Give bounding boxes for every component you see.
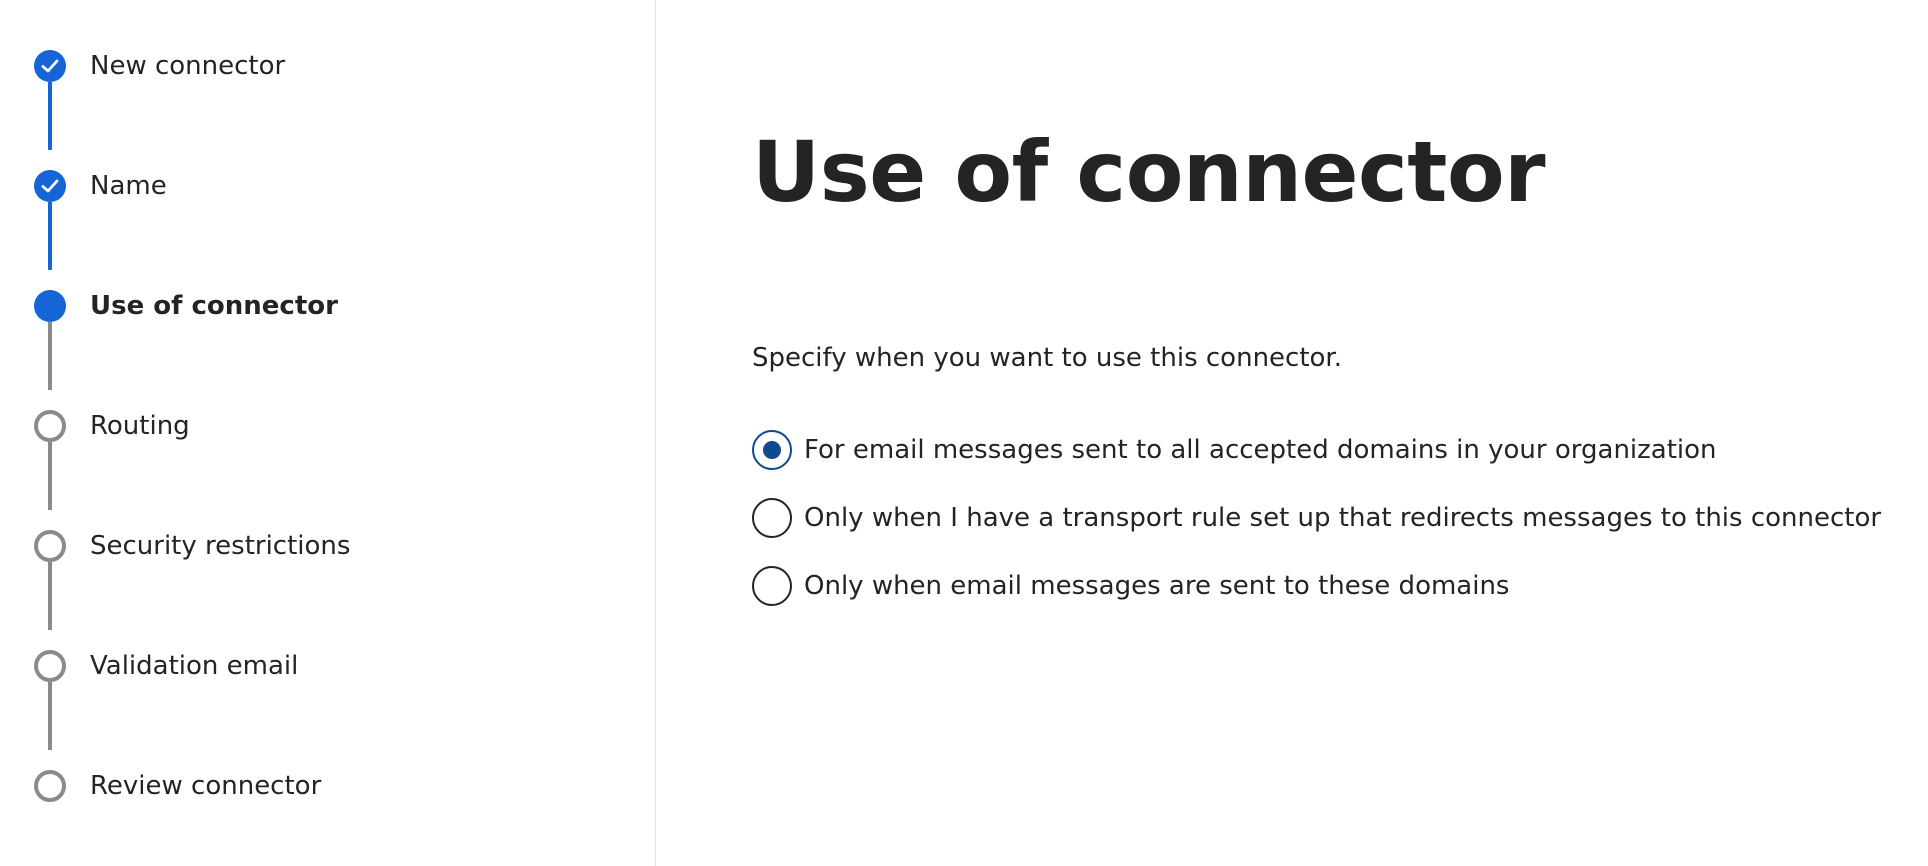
step-label: Validation email <box>90 651 299 681</box>
step-security-restrictions[interactable]: Security restrictions <box>0 530 640 586</box>
step-label: Use of connector <box>90 291 338 321</box>
radio-label: For email messages sent to all accepted … <box>804 435 1717 465</box>
step-new-connector[interactable]: New connector <box>0 50 640 106</box>
radio-unselected-icon[interactable] <box>752 498 792 538</box>
radio-option-specific-domains[interactable]: Only when email messages are sent to the… <box>752 566 1902 610</box>
radio-option-all-accepted-domains[interactable]: For email messages sent to all accepted … <box>752 430 1902 474</box>
step-label: Routing <box>90 411 190 441</box>
connector-wizard: New connector Name Use of connector Rout… <box>0 0 1928 866</box>
step-pending-circle-icon <box>34 410 66 442</box>
radio-label: Only when I have a transport rule set up… <box>804 503 1882 533</box>
panel-divider <box>655 0 656 866</box>
step-label: Review connector <box>90 771 322 801</box>
step-label: Name <box>90 171 167 201</box>
wizard-stepper: New connector Name Use of connector Rout… <box>0 0 656 866</box>
step-use-of-connector[interactable]: Use of connector <box>0 290 640 346</box>
step-pending-circle-icon <box>34 650 66 682</box>
step-routing[interactable]: Routing <box>0 410 640 466</box>
step-name[interactable]: Name <box>0 170 640 226</box>
step-pending-circle-icon <box>34 530 66 562</box>
main-panel: Use of connector Specify when you want t… <box>752 0 1902 866</box>
radio-option-transport-rule[interactable]: Only when I have a transport rule set up… <box>752 498 1902 542</box>
page-title: Use of connector <box>752 123 1546 221</box>
radio-selected-icon[interactable] <box>752 430 792 470</box>
radio-unselected-icon[interactable] <box>752 566 792 606</box>
step-review-connector[interactable]: Review connector <box>0 770 640 826</box>
page-description: Specify when you want to use this connec… <box>752 343 1343 373</box>
step-pending-circle-icon <box>34 770 66 802</box>
step-completed-checkmark-icon <box>34 50 66 82</box>
radio-label: Only when email messages are sent to the… <box>804 571 1510 601</box>
step-completed-checkmark-icon <box>34 170 66 202</box>
step-label: New connector <box>90 51 286 81</box>
step-validation-email[interactable]: Validation email <box>0 650 640 706</box>
step-current-dot-icon <box>34 290 66 322</box>
step-label: Security restrictions <box>90 531 351 561</box>
